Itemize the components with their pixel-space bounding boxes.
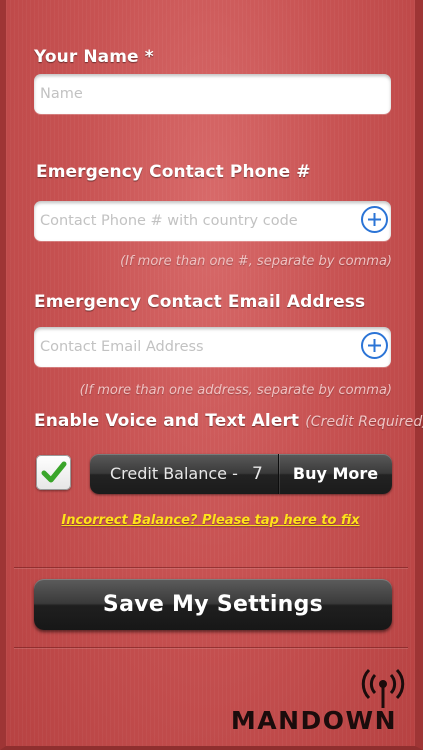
name-label: Your Name * xyxy=(34,47,154,67)
brand-logo: MANDOWN xyxy=(230,706,397,735)
alert-label-text: Enable Voice and Text Alert xyxy=(34,411,300,431)
divider-top xyxy=(14,567,408,568)
email-field[interactable] xyxy=(34,327,391,367)
phone-label: Emergency Contact Phone # xyxy=(36,162,311,182)
add-email-button[interactable] xyxy=(361,332,388,359)
credit-balance-value: 7 xyxy=(252,464,263,484)
buy-more-button[interactable]: Buy More xyxy=(279,454,392,494)
divider-bottom xyxy=(14,647,408,648)
add-phone-button[interactable] xyxy=(361,206,388,233)
credit-balance-display: Credit Balance - 7 xyxy=(90,454,278,494)
phone-field[interactable] xyxy=(34,201,391,241)
name-field[interactable] xyxy=(34,74,391,114)
credit-required-note: (Credit Required) xyxy=(305,414,423,430)
email-label: Emergency Contact Email Address xyxy=(34,292,366,312)
phone-input[interactable] xyxy=(38,201,352,241)
credit-balance-bar: Credit Balance - 7 Buy More xyxy=(90,454,392,494)
phone-hint: (If more than one #, separate by comma) xyxy=(120,254,392,269)
plus-icon xyxy=(368,213,381,226)
plus-icon xyxy=(368,339,381,352)
checkmark-icon xyxy=(41,461,67,483)
credit-balance-label: Credit Balance - xyxy=(110,464,238,483)
fix-balance-link[interactable]: Incorrect Balance? Please tap here to fi… xyxy=(6,513,415,528)
settings-screen: Your Name * Emergency Contact Phone # (I… xyxy=(0,0,423,750)
email-hint: (If more than one address, separate by c… xyxy=(79,383,392,398)
radio-signal-icon xyxy=(361,668,405,708)
email-input[interactable] xyxy=(38,327,352,367)
alert-label: Enable Voice and Text Alert (Credit Requ… xyxy=(34,411,423,431)
save-settings-button[interactable]: Save My Settings xyxy=(34,579,392,630)
name-input[interactable] xyxy=(38,74,352,114)
enable-alert-checkbox[interactable] xyxy=(36,455,71,490)
